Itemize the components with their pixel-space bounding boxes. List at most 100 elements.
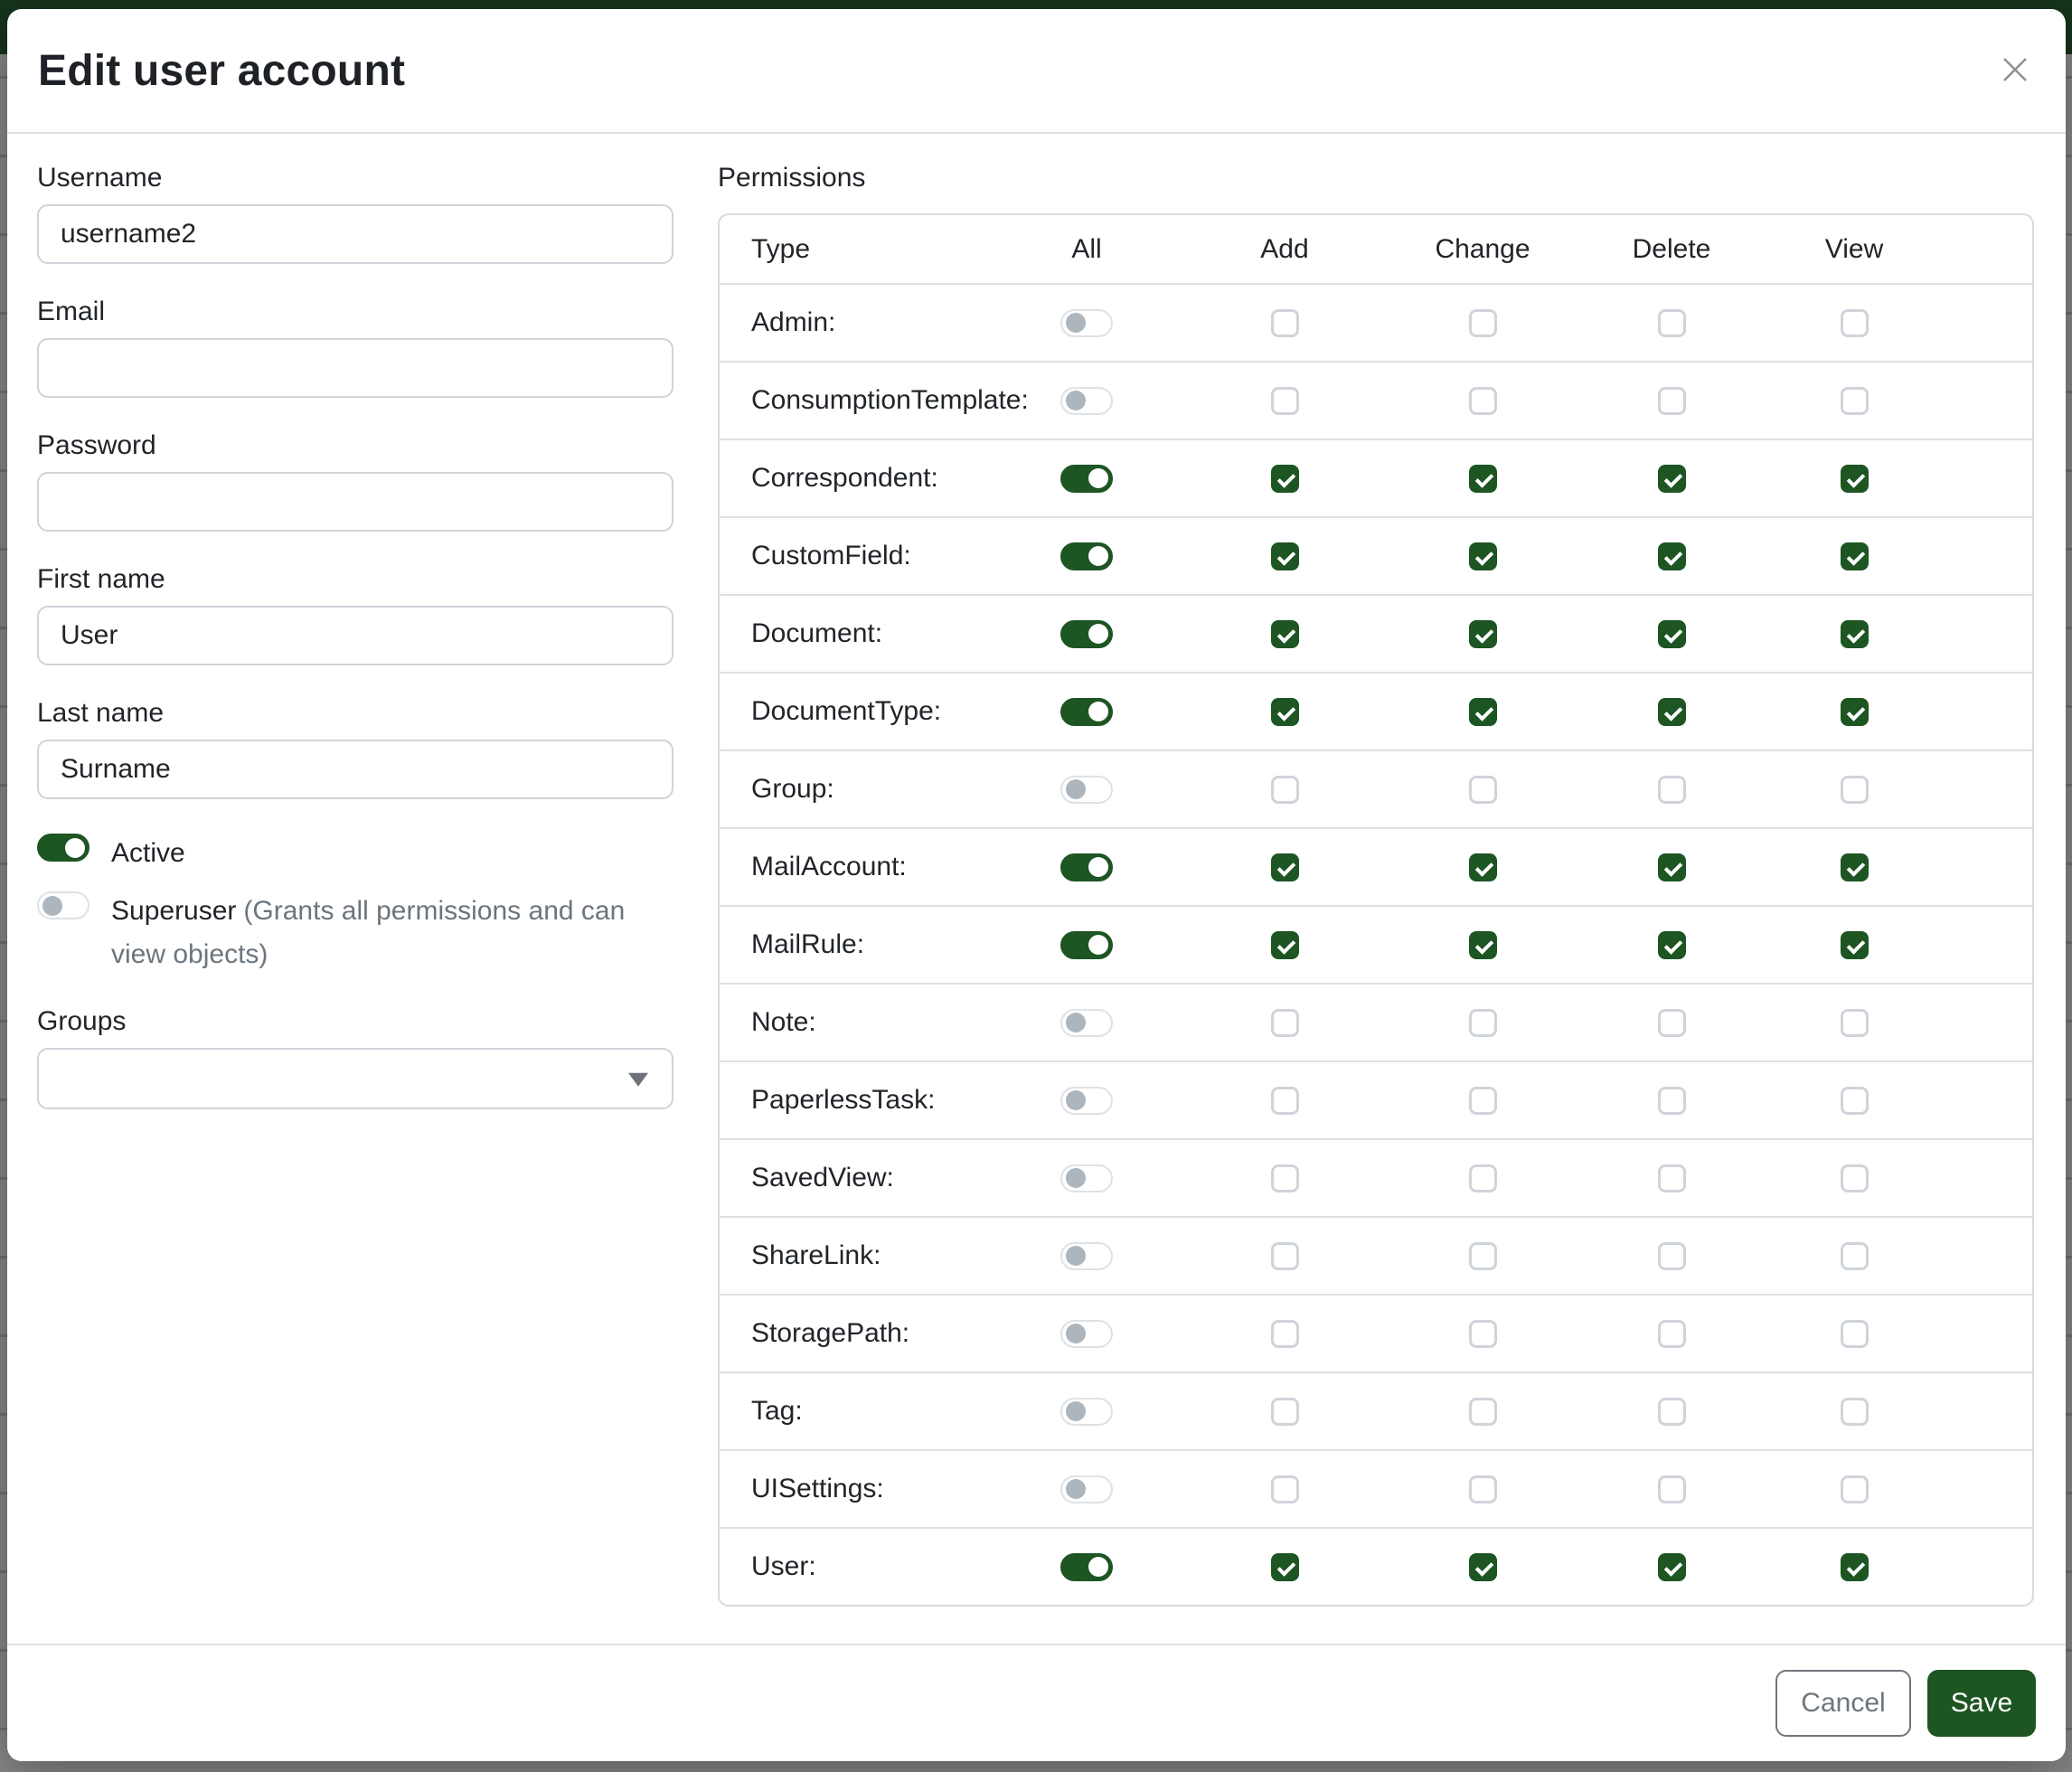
permission-change-checkbox[interactable] — [1469, 1009, 1497, 1037]
email-input[interactable] — [37, 338, 673, 398]
permission-change-checkbox[interactable] — [1469, 776, 1497, 804]
permission-delete-checkbox[interactable] — [1658, 931, 1686, 959]
permission-change-checkbox[interactable] — [1469, 542, 1497, 570]
permission-add-checkbox[interactable] — [1271, 1164, 1299, 1192]
permission-all-toggle[interactable] — [1060, 1009, 1113, 1037]
groups-select[interactable] — [37, 1048, 673, 1109]
permission-view-checkbox[interactable] — [1841, 620, 1869, 648]
permission-add-checkbox[interactable] — [1271, 1320, 1299, 1348]
permission-view-checkbox[interactable] — [1841, 1009, 1869, 1037]
permission-all-toggle[interactable] — [1060, 465, 1113, 493]
permission-delete-checkbox[interactable] — [1658, 620, 1686, 648]
permission-view-checkbox[interactable] — [1841, 698, 1869, 726]
save-button[interactable]: Save — [1927, 1670, 2036, 1737]
permission-all-toggle[interactable] — [1060, 931, 1113, 959]
permission-all-toggle[interactable] — [1060, 1242, 1113, 1270]
permission-view-checkbox[interactable] — [1841, 776, 1869, 804]
permission-delete-checkbox[interactable] — [1658, 387, 1686, 415]
permission-change-checkbox[interactable] — [1469, 309, 1497, 337]
permission-delete-checkbox[interactable] — [1658, 1242, 1686, 1270]
permission-all-toggle[interactable] — [1060, 620, 1113, 648]
permission-add-checkbox[interactable] — [1271, 620, 1299, 648]
permission-add-checkbox[interactable] — [1271, 1242, 1299, 1270]
permission-all-toggle[interactable] — [1060, 853, 1113, 881]
permission-view-checkbox[interactable] — [1841, 465, 1869, 493]
permission-change-checkbox[interactable] — [1469, 1475, 1497, 1503]
permission-row: SavedView: — [720, 1138, 2032, 1216]
permission-all-toggle[interactable] — [1060, 1553, 1113, 1581]
permission-delete-checkbox[interactable] — [1658, 1553, 1686, 1581]
permission-delete-checkbox[interactable] — [1658, 1087, 1686, 1115]
close-button[interactable] — [1995, 51, 2035, 90]
permission-view-checkbox[interactable] — [1841, 1475, 1869, 1503]
permission-delete-checkbox[interactable] — [1658, 1320, 1686, 1348]
cancel-button[interactable]: Cancel — [1775, 1670, 1911, 1737]
permission-change-checkbox[interactable] — [1469, 1398, 1497, 1426]
permission-all-toggle[interactable] — [1060, 776, 1113, 804]
permission-view-checkbox[interactable] — [1841, 853, 1869, 881]
permission-all-toggle[interactable] — [1060, 1164, 1113, 1192]
permission-view-checkbox[interactable] — [1841, 1242, 1869, 1270]
permission-delete-checkbox[interactable] — [1658, 1164, 1686, 1192]
permission-delete-checkbox[interactable] — [1658, 698, 1686, 726]
permission-delete-checkbox[interactable] — [1658, 1009, 1686, 1037]
permission-change-checkbox[interactable] — [1469, 698, 1497, 726]
permission-add-checkbox[interactable] — [1271, 1475, 1299, 1503]
permission-change-checkbox[interactable] — [1469, 1242, 1497, 1270]
permission-view-checkbox[interactable] — [1841, 387, 1869, 415]
permission-add-checkbox[interactable] — [1271, 465, 1299, 493]
active-toggle[interactable] — [37, 834, 89, 862]
last-name-input[interactable] — [37, 740, 673, 799]
permission-add-checkbox[interactable] — [1271, 309, 1299, 337]
permission-change-checkbox[interactable] — [1469, 1320, 1497, 1348]
permission-delete-checkbox[interactable] — [1658, 465, 1686, 493]
permission-change-checkbox[interactable] — [1469, 620, 1497, 648]
permission-all-toggle[interactable] — [1060, 1398, 1113, 1426]
permission-add-checkbox[interactable] — [1271, 387, 1299, 415]
permission-delete-checkbox[interactable] — [1658, 1475, 1686, 1503]
permission-add-checkbox[interactable] — [1271, 1009, 1299, 1037]
permission-all-toggle[interactable] — [1060, 387, 1113, 415]
permission-add-checkbox[interactable] — [1271, 1087, 1299, 1115]
permission-delete-checkbox[interactable] — [1658, 309, 1686, 337]
permission-add-checkbox[interactable] — [1271, 698, 1299, 726]
permission-change-checkbox[interactable] — [1469, 853, 1497, 881]
username-input[interactable] — [37, 204, 673, 264]
permission-delete-checkbox[interactable] — [1658, 776, 1686, 804]
permission-add-checkbox[interactable] — [1271, 776, 1299, 804]
permission-all-toggle[interactable] — [1060, 1320, 1113, 1348]
username-group: Username — [37, 163, 673, 264]
permission-all-toggle[interactable] — [1060, 698, 1113, 726]
permission-view-checkbox[interactable] — [1841, 309, 1869, 337]
permission-delete-checkbox[interactable] — [1658, 542, 1686, 570]
permission-delete-checkbox[interactable] — [1658, 853, 1686, 881]
permission-change-checkbox[interactable] — [1469, 1553, 1497, 1581]
permission-view-checkbox[interactable] — [1841, 1320, 1869, 1348]
superuser-toggle[interactable] — [37, 891, 89, 919]
permission-change-checkbox[interactable] — [1469, 387, 1497, 415]
permission-view-checkbox[interactable] — [1841, 1398, 1869, 1426]
permission-add-checkbox[interactable] — [1271, 1553, 1299, 1581]
permission-add-checkbox[interactable] — [1271, 1398, 1299, 1426]
permission-add-checkbox[interactable] — [1271, 853, 1299, 881]
permission-view-checkbox[interactable] — [1841, 1553, 1869, 1581]
permission-all-toggle[interactable] — [1060, 1087, 1113, 1115]
permission-change-checkbox[interactable] — [1469, 465, 1497, 493]
permission-all-toggle[interactable] — [1060, 309, 1113, 337]
permission-add-checkbox[interactable] — [1271, 931, 1299, 959]
permission-view-checkbox[interactable] — [1841, 1087, 1869, 1115]
permission-change-checkbox[interactable] — [1469, 931, 1497, 959]
permission-change-checkbox[interactable] — [1469, 1087, 1497, 1115]
first-name-input[interactable] — [37, 606, 673, 665]
permission-view-checkbox[interactable] — [1841, 542, 1869, 570]
permission-change-checkbox[interactable] — [1469, 1164, 1497, 1192]
password-input[interactable] — [37, 472, 673, 532]
permission-view-checkbox[interactable] — [1841, 1164, 1869, 1192]
first-name-label: First name — [37, 564, 673, 595]
permission-all-toggle[interactable] — [1060, 542, 1113, 570]
permission-row: ConsumptionTemplate: — [720, 361, 2032, 438]
permission-view-checkbox[interactable] — [1841, 931, 1869, 959]
permission-add-checkbox[interactable] — [1271, 542, 1299, 570]
permission-all-toggle[interactable] — [1060, 1475, 1113, 1503]
permission-delete-checkbox[interactable] — [1658, 1398, 1686, 1426]
